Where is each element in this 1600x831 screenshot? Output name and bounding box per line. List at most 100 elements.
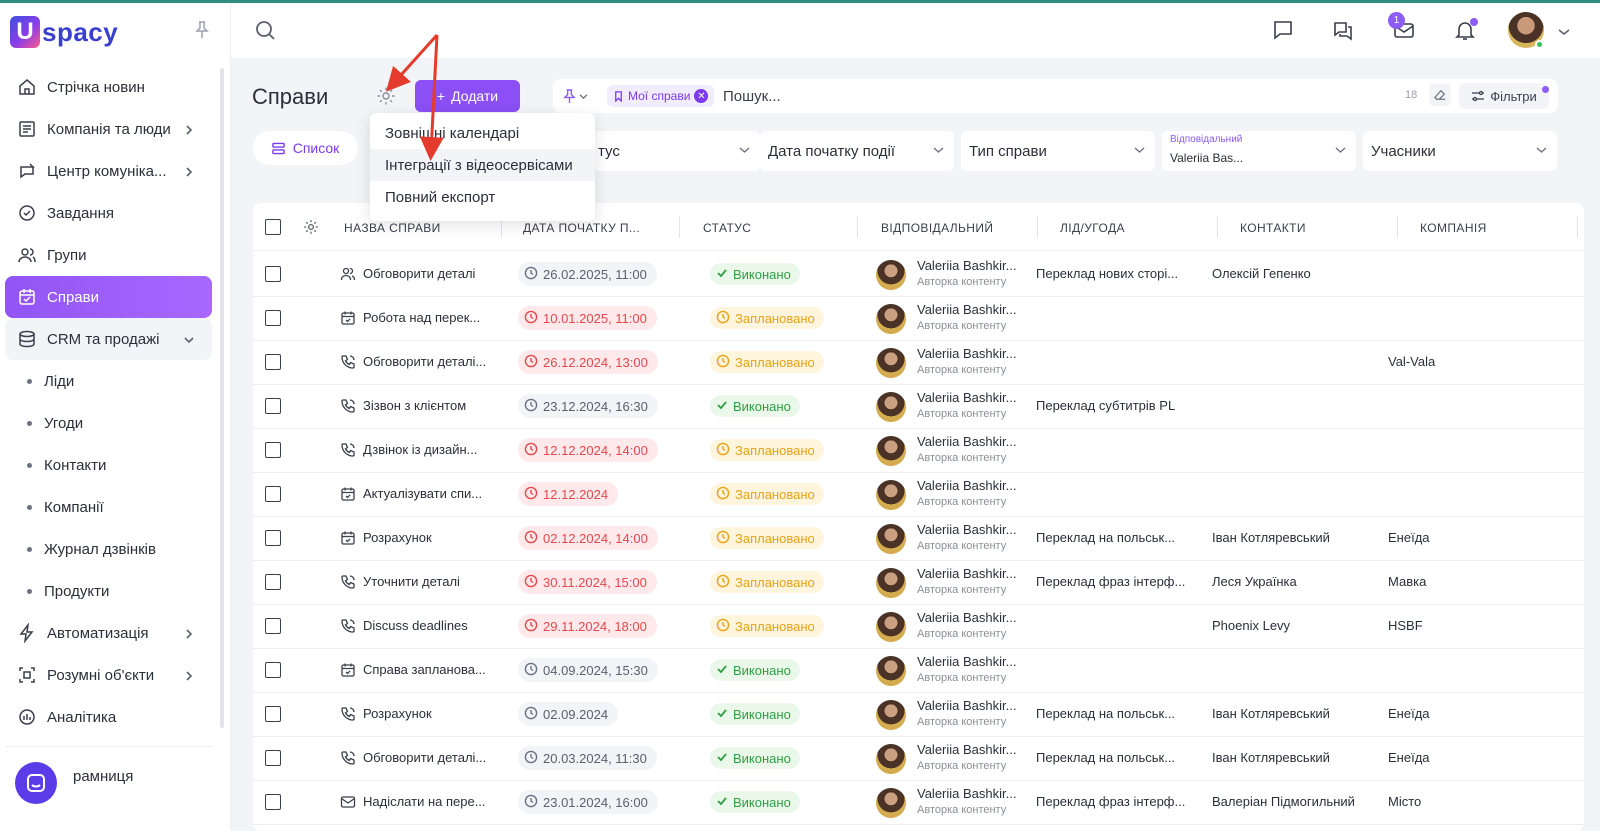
contact[interactable]: Іван Котляревський <box>1212 706 1372 721</box>
table-row[interactable]: Дзвінок із дизайн... 12.12.2024, 14:00 Зап… <box>253 428 1584 473</box>
sidebar-item-5[interactable]: Справи <box>5 276 212 318</box>
row-checkbox[interactable] <box>265 750 281 766</box>
add-button[interactable]: + Додати <box>415 80 520 112</box>
lead-deal[interactable]: Переклад на польськ... <box>1036 706 1186 721</box>
lead-deal[interactable]: Переклад на польськ... <box>1036 530 1186 545</box>
select-all-checkbox[interactable] <box>265 219 281 235</box>
responsible-name[interactable]: Valeriia Bashkir... <box>917 302 1027 317</box>
lead-deal[interactable]: Переклад нових сторі... <box>1036 266 1186 281</box>
avatar[interactable] <box>876 392 906 422</box>
responsible-name[interactable]: Valeriia Bashkir... <box>917 698 1027 713</box>
case-name[interactable]: Розрахунок <box>363 706 498 721</box>
sidebar-subitem-2[interactable]: Контакти <box>5 444 212 486</box>
menu-item-full-export[interactable]: Повний експорт <box>370 181 595 213</box>
column-settings-gear-icon[interactable] <box>303 219 319 235</box>
table-row[interactable]: Справа запланова... 04.09.2024, 15:30 Вико… <box>253 648 1584 693</box>
column-header-responsible[interactable]: ВІДПОВІДАЛЬНИЙ <box>881 221 993 235</box>
table-row[interactable]: Зізвон з клієнтом 23.12.2024, 16:30 Викона… <box>253 384 1584 429</box>
chip-remove-icon[interactable]: ✕ <box>694 89 709 103</box>
row-checkbox[interactable] <box>265 486 281 502</box>
lead-deal[interactable]: Переклад субтитрів PL <box>1036 398 1186 413</box>
row-checkbox[interactable] <box>265 310 281 326</box>
avatar[interactable] <box>876 568 906 598</box>
row-checkbox[interactable] <box>265 530 281 546</box>
case-name[interactable]: Обговорити деталі <box>363 266 498 281</box>
sidebar-item-4[interactable]: Групи <box>5 234 212 276</box>
column-header-lead-deal[interactable]: ЛІД/УГОДА <box>1060 221 1125 235</box>
company[interactable]: Мавка <box>1388 574 1538 589</box>
sidebar-item-after-0[interactable]: Автоматизація <box>5 612 212 654</box>
column-header-start-date[interactable]: ДАТА ПОЧАТКУ П... <box>523 221 640 235</box>
case-name[interactable]: Надіслати на пере... <box>363 794 498 809</box>
chevron-down-icon[interactable] <box>1558 24 1570 36</box>
avatar[interactable] <box>876 788 906 818</box>
table-row[interactable]: Робота над перек... 10.01.2025, 11:00 Запл… <box>253 296 1584 341</box>
column-divider[interactable] <box>857 216 858 238</box>
row-checkbox[interactable] <box>265 442 281 458</box>
sidebar-scrollbar[interactable] <box>220 68 224 728</box>
contact[interactable]: Іван Котляревський <box>1212 530 1372 545</box>
avatar[interactable] <box>876 524 906 554</box>
table-row[interactable]: Розрахунок 02.09.2024 Виконано Valeriia Bas… <box>253 692 1584 737</box>
column-divider[interactable] <box>1577 216 1578 238</box>
lead-deal[interactable]: Переклад фраз інтерф... <box>1036 574 1186 589</box>
filters-button[interactable]: Фільтри <box>1459 83 1549 109</box>
column-header-company[interactable]: КОМПАНІЯ <box>1420 221 1487 235</box>
column-divider[interactable] <box>1397 216 1398 238</box>
case-name[interactable]: Обговорити деталі... <box>363 750 498 765</box>
column-divider[interactable] <box>1217 216 1218 238</box>
sidebar-subitem-0[interactable]: Ліди <box>5 360 212 402</box>
responsible-name[interactable]: Valeriia Bashkir... <box>917 742 1027 757</box>
row-checkbox[interactable] <box>265 618 281 634</box>
responsible-name[interactable]: Valeriia Bashkir... <box>917 566 1027 581</box>
contact[interactable]: Phoenix Levy <box>1212 618 1372 633</box>
sidebar-item-3[interactable]: Завдання <box>5 192 212 234</box>
row-checkbox[interactable] <box>265 574 281 590</box>
row-checkbox[interactable] <box>265 354 281 370</box>
sidebar-subitem-5[interactable]: Продукти <box>5 570 212 612</box>
avatar[interactable] <box>876 700 906 730</box>
case-name[interactable]: Розрахунок <box>363 530 498 545</box>
case-type-filter-select[interactable]: Тип справи <box>961 131 1155 171</box>
company[interactable]: Val-Vala <box>1388 354 1538 369</box>
sidebar-item-after-1[interactable]: Розумні об'єкти <box>5 654 212 696</box>
column-header-name[interactable]: НАЗВА СПРАВИ <box>344 221 441 235</box>
sidebar-item-after-2[interactable]: Аналітика <box>5 696 212 738</box>
sidebar-item-2[interactable]: Центр комуніка... <box>5 150 212 192</box>
avatar[interactable] <box>876 304 906 334</box>
contact[interactable]: Іван Котляревський <box>1212 750 1372 765</box>
table-row[interactable]: Актуалізувати спи... 12.12.2024 Запланован… <box>253 472 1584 517</box>
responsible-name[interactable]: Valeriia Bashkir... <box>917 346 1027 361</box>
table-row[interactable]: Уточнити деталі 30.11.2024, 15:00 Запланов… <box>253 560 1584 605</box>
avatar[interactable] <box>876 612 906 642</box>
menu-item-external-calendars[interactable]: Зовнішні календарі <box>370 117 595 149</box>
avatar[interactable] <box>876 656 906 686</box>
responsible-name[interactable]: Valeriia Bashkir... <box>917 654 1027 669</box>
sidebar-subitem-1[interactable]: Угоди <box>5 402 212 444</box>
eraser-icon[interactable] <box>1429 84 1451 106</box>
case-name[interactable]: Справа запланова... <box>363 662 498 677</box>
logo[interactable]: U spacy <box>10 15 118 49</box>
status-filter-select[interactable]: тус <box>590 131 760 171</box>
contact[interactable]: Олексій Гепенко <box>1212 266 1372 281</box>
column-divider[interactable] <box>679 216 680 238</box>
responsible-name[interactable]: Valeriia Bashkir... <box>917 478 1027 493</box>
table-row[interactable]: Розрахунок 02.12.2024, 14:00 Заплановано Va… <box>253 516 1584 561</box>
avatar[interactable] <box>876 436 906 466</box>
responsible-filter-select[interactable]: Відповідальний Valeriia Bas... <box>1162 131 1356 171</box>
row-checkbox[interactable] <box>265 794 281 810</box>
column-header-contacts[interactable]: КОНТАКТИ <box>1240 221 1306 235</box>
search-icon[interactable] <box>254 19 276 41</box>
column-header-status[interactable]: СТАТУС <box>703 221 751 235</box>
messages-icon[interactable] <box>1331 18 1355 42</box>
avatar[interactable] <box>876 744 906 774</box>
sidebar-item-6[interactable]: CRM та продажі <box>5 318 212 360</box>
company[interactable]: Енеїда <box>1388 706 1538 721</box>
case-name[interactable]: Актуалізувати спи... <box>363 486 498 501</box>
row-checkbox[interactable] <box>265 662 281 678</box>
row-checkbox[interactable] <box>265 266 281 282</box>
responsible-name[interactable]: Valeriia Bashkir... <box>917 434 1027 449</box>
search-input[interactable] <box>723 85 1323 107</box>
row-checkbox[interactable] <box>265 706 281 722</box>
row-checkbox[interactable] <box>265 398 281 414</box>
